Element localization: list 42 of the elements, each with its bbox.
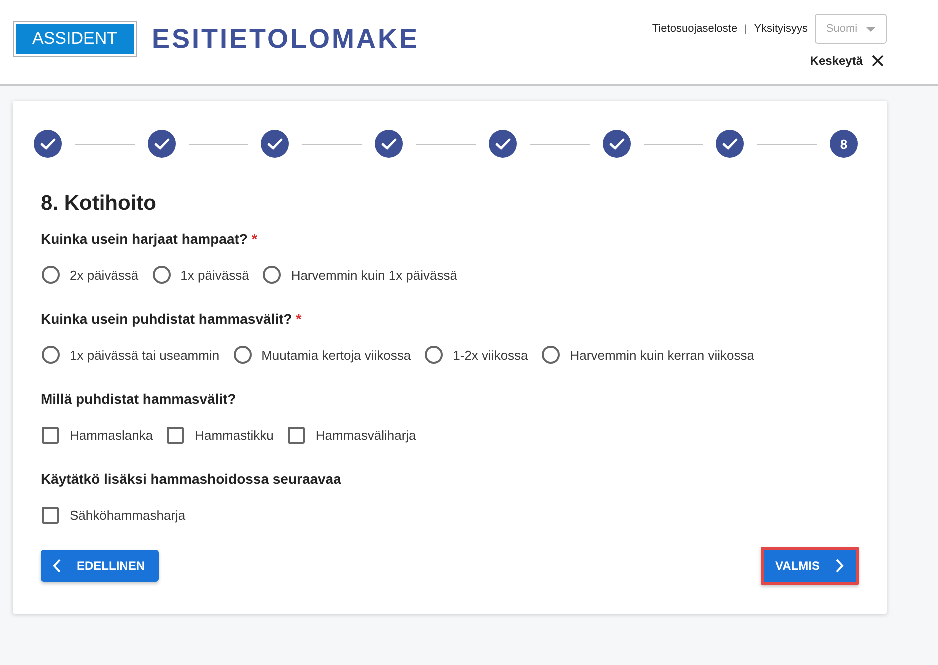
radio-button[interactable] <box>263 266 282 284</box>
radio-label[interactable]: Muutamia kertoja viikossa <box>262 348 412 362</box>
radio-button[interactable] <box>42 266 60 284</box>
radio-label[interactable]: 2x päivässä <box>70 268 139 282</box>
checkbox[interactable] <box>42 426 59 444</box>
step-indicator: 8 <box>830 130 858 158</box>
page-title: ESITIETOLOMAKE <box>152 23 420 56</box>
radio-button[interactable] <box>42 346 60 364</box>
question-label: Käytätkö lisäksi hammashoidossa seuraavaa <box>41 471 342 487</box>
radio-label[interactable]: Harvemmin kuin 1x päivässä <box>291 268 458 282</box>
radio-button[interactable] <box>152 266 171 284</box>
radio-button[interactable] <box>234 346 252 364</box>
cancel-button[interactable]: Keskeytä <box>810 54 887 68</box>
caret-icon <box>866 26 876 32</box>
radio-button[interactable] <box>542 346 560 364</box>
chevron-right-icon <box>836 559 844 573</box>
radio-label[interactable]: 1x päivässä <box>180 268 250 282</box>
header-link[interactable]: Yksityisyys <box>754 23 808 35</box>
checkbox[interactable] <box>167 426 184 444</box>
checkbox-label[interactable]: Sähköhammasharja <box>70 508 186 522</box>
close-icon <box>872 55 884 67</box>
checkbox-label[interactable]: Hammaslanka <box>70 428 154 442</box>
link-separator: | <box>744 24 748 34</box>
chevron-left-icon <box>53 559 61 573</box>
header-link[interactable]: Tietosuojaseloste <box>652 23 738 35</box>
question-label: Millä puhdistat hammasvälit? <box>41 391 236 407</box>
question-label: Kuinka usein puhdistat hammasvälit? <box>41 311 292 327</box>
checkbox[interactable] <box>288 426 305 444</box>
checkbox-label[interactable]: Hammasväliharja <box>316 428 416 442</box>
radio-button[interactable] <box>425 346 444 364</box>
section-title: 8. Kotihoito <box>41 191 158 217</box>
radio-label[interactable]: 1-2x viikossa <box>453 348 528 362</box>
checkbox[interactable] <box>42 506 59 524</box>
radio-label[interactable]: 1x päivässä tai useammin <box>70 348 220 362</box>
back-button[interactable]: EDELLINEN <box>41 550 160 582</box>
question-label: Kuinka usein harjaat hampaat? <box>41 231 248 247</box>
required-mark: * <box>296 311 302 327</box>
checkbox-label[interactable]: Hammastikku <box>195 428 274 442</box>
required-mark: * <box>252 231 258 247</box>
finish-button[interactable]: VALMIS <box>760 547 859 585</box>
radio-label[interactable]: Harvemmin kuin kerran viikossa <box>570 348 755 362</box>
logo: ASSIDENT <box>13 21 137 57</box>
